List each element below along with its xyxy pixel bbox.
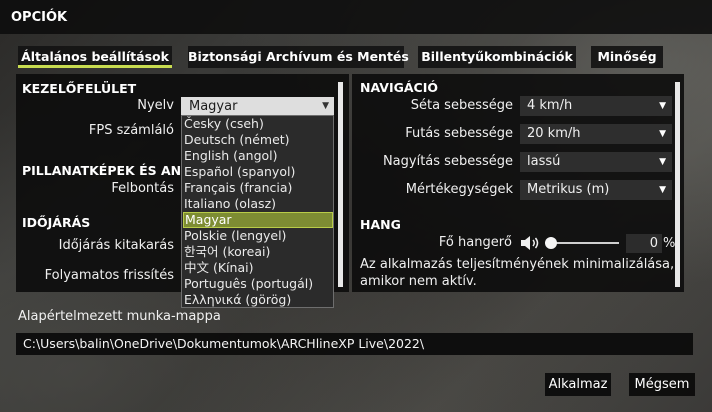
volume-value-field[interactable]: 0	[626, 234, 662, 253]
language-option[interactable]: Česky (cseh)	[183, 116, 333, 132]
apply-button[interactable]: Alkalmaz	[545, 373, 611, 396]
units-select[interactable]: Metrikus (m) ▼	[520, 180, 672, 200]
walk-speed-label: Séta sebessége	[410, 98, 513, 113]
language-option[interactable]: Español (spanyol)	[183, 164, 333, 180]
language-option[interactable]: Italiano (olasz)	[183, 196, 333, 212]
run-speed-select[interactable]: 20 km/h ▼	[520, 124, 672, 144]
language-option[interactable]: Ελληνικά (görög)	[183, 292, 333, 308]
title-bar: OPCIÓK	[0, 0, 712, 34]
cancel-button[interactable]: Mégsem	[629, 373, 695, 396]
volume-slider-track[interactable]	[551, 242, 619, 244]
language-select[interactable]: Magyar ▼	[181, 97, 334, 116]
language-label: Nyelv	[137, 98, 174, 113]
units-value: Metrikus (m)	[527, 182, 610, 197]
weather-occlusion-label: Időjárás kitakarás	[58, 238, 174, 253]
section-kezelofelulet-title: KEZELŐFELÜLET	[22, 81, 137, 96]
continuous-refresh-label: Folyamatos frissítés	[44, 268, 174, 283]
zoom-speed-select[interactable]: lassú ▼	[520, 152, 672, 172]
section-navigacio-title: NAVIGÁCIÓ	[360, 80, 438, 95]
fps-label: FPS számláló	[88, 123, 174, 138]
language-option[interactable]: 한국어 (koreai)	[183, 244, 333, 260]
language-value: Magyar	[189, 99, 238, 114]
speaker-icon[interactable]	[519, 234, 541, 252]
walk-speed-value: 4 km/h	[527, 98, 573, 113]
run-speed-label: Futás sebessége	[405, 126, 513, 141]
tab-billentyukombinaciok[interactable]: Billentyűkombinációk	[418, 46, 576, 68]
language-dropdown-list[interactable]: Česky (cseh) Deutsch (német) English (an…	[181, 115, 334, 308]
tab-minoseg[interactable]: Minőség	[591, 46, 663, 68]
minimize-text-line2: amikor nem aktív.	[360, 274, 477, 289]
minimize-text-line1: Az alkalmazás teljesítményének minimaliz…	[360, 257, 675, 272]
volume-slider-thumb[interactable]	[545, 237, 557, 249]
language-option[interactable]: 中文 (Kínai)	[183, 260, 333, 276]
language-option[interactable]: Deutsch (német)	[183, 132, 333, 148]
work-folder-label: Alapértelmezett munka-mappa	[18, 309, 221, 324]
chevron-down-icon: ▼	[322, 101, 329, 111]
language-option[interactable]: English (angol)	[183, 148, 333, 164]
units-label: Mértékegységek	[405, 182, 513, 197]
window-title: OPCIÓK	[11, 10, 68, 25]
section-pillanatkepek-title: PILLANATKÉPEK ÉS ANIM	[22, 163, 199, 178]
chevron-down-icon: ▼	[659, 157, 666, 167]
zoom-speed-value: lassú	[527, 154, 561, 169]
walk-speed-select[interactable]: 4 km/h ▼	[520, 96, 672, 116]
work-folder-path-field[interactable]: C:\Users\balin\OneDrive\Dokumentumok\ARC…	[16, 333, 693, 355]
right-panel-scrollbar[interactable]	[675, 82, 680, 287]
chevron-down-icon: ▼	[659, 185, 666, 195]
language-option[interactable]: Português (portugál)	[183, 276, 333, 292]
section-hang-title: HANG	[360, 217, 401, 232]
master-volume-label: Fő hangerő	[438, 235, 512, 250]
section-idojaras-title: IDŐJÁRÁS	[22, 215, 91, 230]
language-option[interactable]: Français (francia)	[183, 180, 333, 196]
language-option-selected[interactable]: Magyar	[183, 212, 333, 228]
left-panel-scrollbar[interactable]	[338, 82, 343, 287]
zoom-speed-label: Nagyítás sebessége	[382, 154, 513, 169]
chevron-down-icon: ▼	[659, 101, 666, 111]
resolution-label: Felbontás	[111, 181, 174, 196]
tab-altalanos[interactable]: Általános beállítások	[18, 46, 172, 68]
volume-unit: %	[663, 236, 676, 251]
run-speed-value: 20 km/h	[527, 126, 581, 141]
language-option[interactable]: Polskie (lengyel)	[183, 228, 333, 244]
chevron-down-icon: ▼	[659, 129, 666, 139]
tab-biztonsagi-archivum[interactable]: Biztonsági Archívum és Mentés	[188, 46, 409, 68]
